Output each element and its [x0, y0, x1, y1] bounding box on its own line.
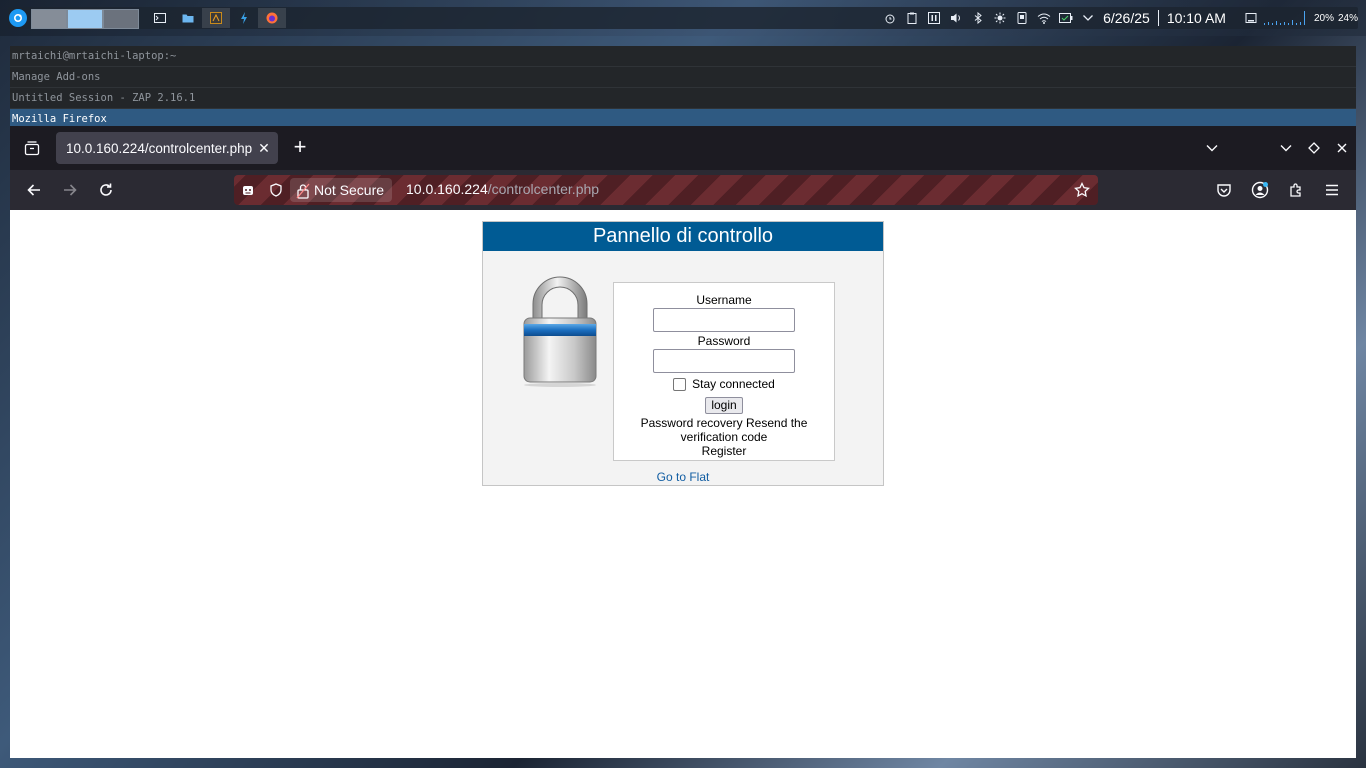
taskbar-terminal-icon[interactable]	[146, 8, 174, 28]
chevron-down-icon[interactable]	[1077, 8, 1099, 28]
cpu-usage: 20%	[1313, 12, 1334, 24]
taskbar-file-manager-icon[interactable]	[174, 8, 202, 28]
stay-connected-label[interactable]: Stay connected	[692, 377, 775, 391]
firefox-window: 10.0.160.224/controlcenter.php ✕ + Not S…	[10, 126, 1356, 758]
taskbar-addons-icon[interactable]	[202, 8, 230, 28]
system-load-graph[interactable]	[1262, 9, 1310, 27]
reload-icon[interactable]	[92, 176, 120, 204]
account-links: Password recovery Resend the verificatio…	[614, 416, 834, 458]
window-item-manage-addons[interactable]: Manage Add-ons	[10, 67, 1356, 88]
new-tab-button[interactable]: +	[288, 136, 312, 160]
virtual-desktop-1[interactable]	[31, 9, 67, 29]
window-item-zap[interactable]: Untitled Session - ZAP 2.16.1	[10, 88, 1356, 109]
extensions-puzzle-icon[interactable]	[1282, 176, 1310, 204]
tracking-protection-shield-icon[interactable]	[268, 182, 284, 198]
forward-arrow-icon[interactable]	[56, 176, 84, 204]
device-notifier-icon[interactable]	[1011, 8, 1033, 28]
virtual-desktop-2[interactable]	[67, 9, 103, 29]
tab-bar: 10.0.160.224/controlcenter.php ✕ +	[10, 126, 1356, 170]
remote-control-robot-icon[interactable]	[240, 182, 256, 198]
window-list: mrtaichi@mrtaichi-laptop:~ Manage Add-on…	[10, 46, 1356, 130]
virtual-desktop-3[interactable]	[103, 9, 139, 29]
tab-groups-icon[interactable]	[18, 134, 46, 162]
login-form: Username Password Stay connected login P…	[613, 282, 835, 461]
url-text[interactable]: 10.0.160.224/controlcenter.php	[406, 181, 599, 197]
taskbar-firefox-icon[interactable]	[258, 8, 286, 28]
battery-icon[interactable]	[1055, 8, 1077, 28]
password-recovery-link[interactable]: Password recovery	[641, 416, 743, 430]
register-link[interactable]: Register	[702, 444, 747, 458]
page-content: Pannello di controllo Username Password …	[10, 210, 1356, 758]
maximize-icon[interactable]	[1304, 138, 1324, 158]
show-desktop-icon[interactable]	[1240, 8, 1262, 28]
password-label: Password	[697, 334, 751, 348]
application-launcher-icon[interactable]	[9, 9, 27, 27]
navigation-toolbar: Not Secure 10.0.160.224/controlcenter.ph…	[10, 170, 1356, 210]
taskbar-zap-icon[interactable]	[230, 8, 258, 28]
page-title: Pannello di controllo	[483, 222, 883, 251]
username-label: Username	[696, 293, 752, 307]
close-window-icon[interactable]	[1332, 138, 1352, 158]
url-host: 10.0.160.224	[406, 181, 488, 197]
pocket-icon[interactable]	[1210, 176, 1238, 204]
insecure-lock-icon	[296, 182, 310, 206]
bluetooth-icon[interactable]	[967, 8, 989, 28]
clock-time[interactable]: 10:10 AM	[1163, 10, 1230, 26]
window-item-terminal[interactable]: mrtaichi@mrtaichi-laptop:~	[10, 46, 1356, 67]
username-input[interactable]	[653, 308, 795, 332]
url-bar[interactable]: Not Secure 10.0.160.224/controlcenter.ph…	[234, 175, 1098, 205]
stay-connected-checkbox[interactable]	[673, 377, 687, 391]
account-avatar-icon[interactable]	[1246, 176, 1274, 204]
url-path: /controlcenter.php	[487, 181, 600, 197]
wifi-icon[interactable]	[1033, 8, 1055, 28]
not-secure-label: Not Secure	[314, 182, 385, 198]
hamburger-menu-icon[interactable]	[1318, 176, 1346, 204]
volume-icon[interactable]	[945, 8, 967, 28]
back-arrow-icon[interactable]	[20, 176, 48, 204]
go-to-flat-link[interactable]: Go to Flat	[483, 470, 883, 484]
list-all-tabs-icon[interactable]	[1202, 138, 1222, 158]
close-tab-icon[interactable]: ✕	[256, 140, 272, 156]
control-panel-box: Pannello di controllo Username Password …	[482, 221, 884, 486]
not-secure-indicator[interactable]: Not Secure	[290, 178, 393, 202]
clock-date[interactable]: 6/26/25	[1099, 10, 1154, 26]
tab-controlcenter[interactable]: 10.0.160.224/controlcenter.php ✕	[56, 132, 278, 164]
login-button[interactable]: login	[705, 397, 743, 414]
password-input[interactable]	[653, 349, 795, 373]
alarm-icon[interactable]	[879, 8, 901, 28]
bookmark-star-icon[interactable]	[1074, 182, 1090, 198]
clock-separator	[1157, 10, 1159, 26]
padlock-icon	[523, 276, 597, 387]
tab-title: 10.0.160.224/controlcenter.php	[66, 140, 253, 156]
memory-usage: 24%	[1337, 12, 1358, 24]
clipboard-icon[interactable]	[901, 8, 923, 28]
brightness-icon[interactable]	[989, 8, 1011, 28]
system-panel: 6/26/25 10:10 AM 20% 24%	[0, 0, 1366, 36]
minimize-icon[interactable]	[1276, 138, 1296, 158]
system-tray: 6/26/25 10:10 AM 20% 24%	[879, 8, 1358, 28]
media-player-icon[interactable]	[923, 8, 945, 28]
task-manager	[146, 8, 286, 28]
stay-connected-row: Stay connected	[614, 376, 834, 392]
